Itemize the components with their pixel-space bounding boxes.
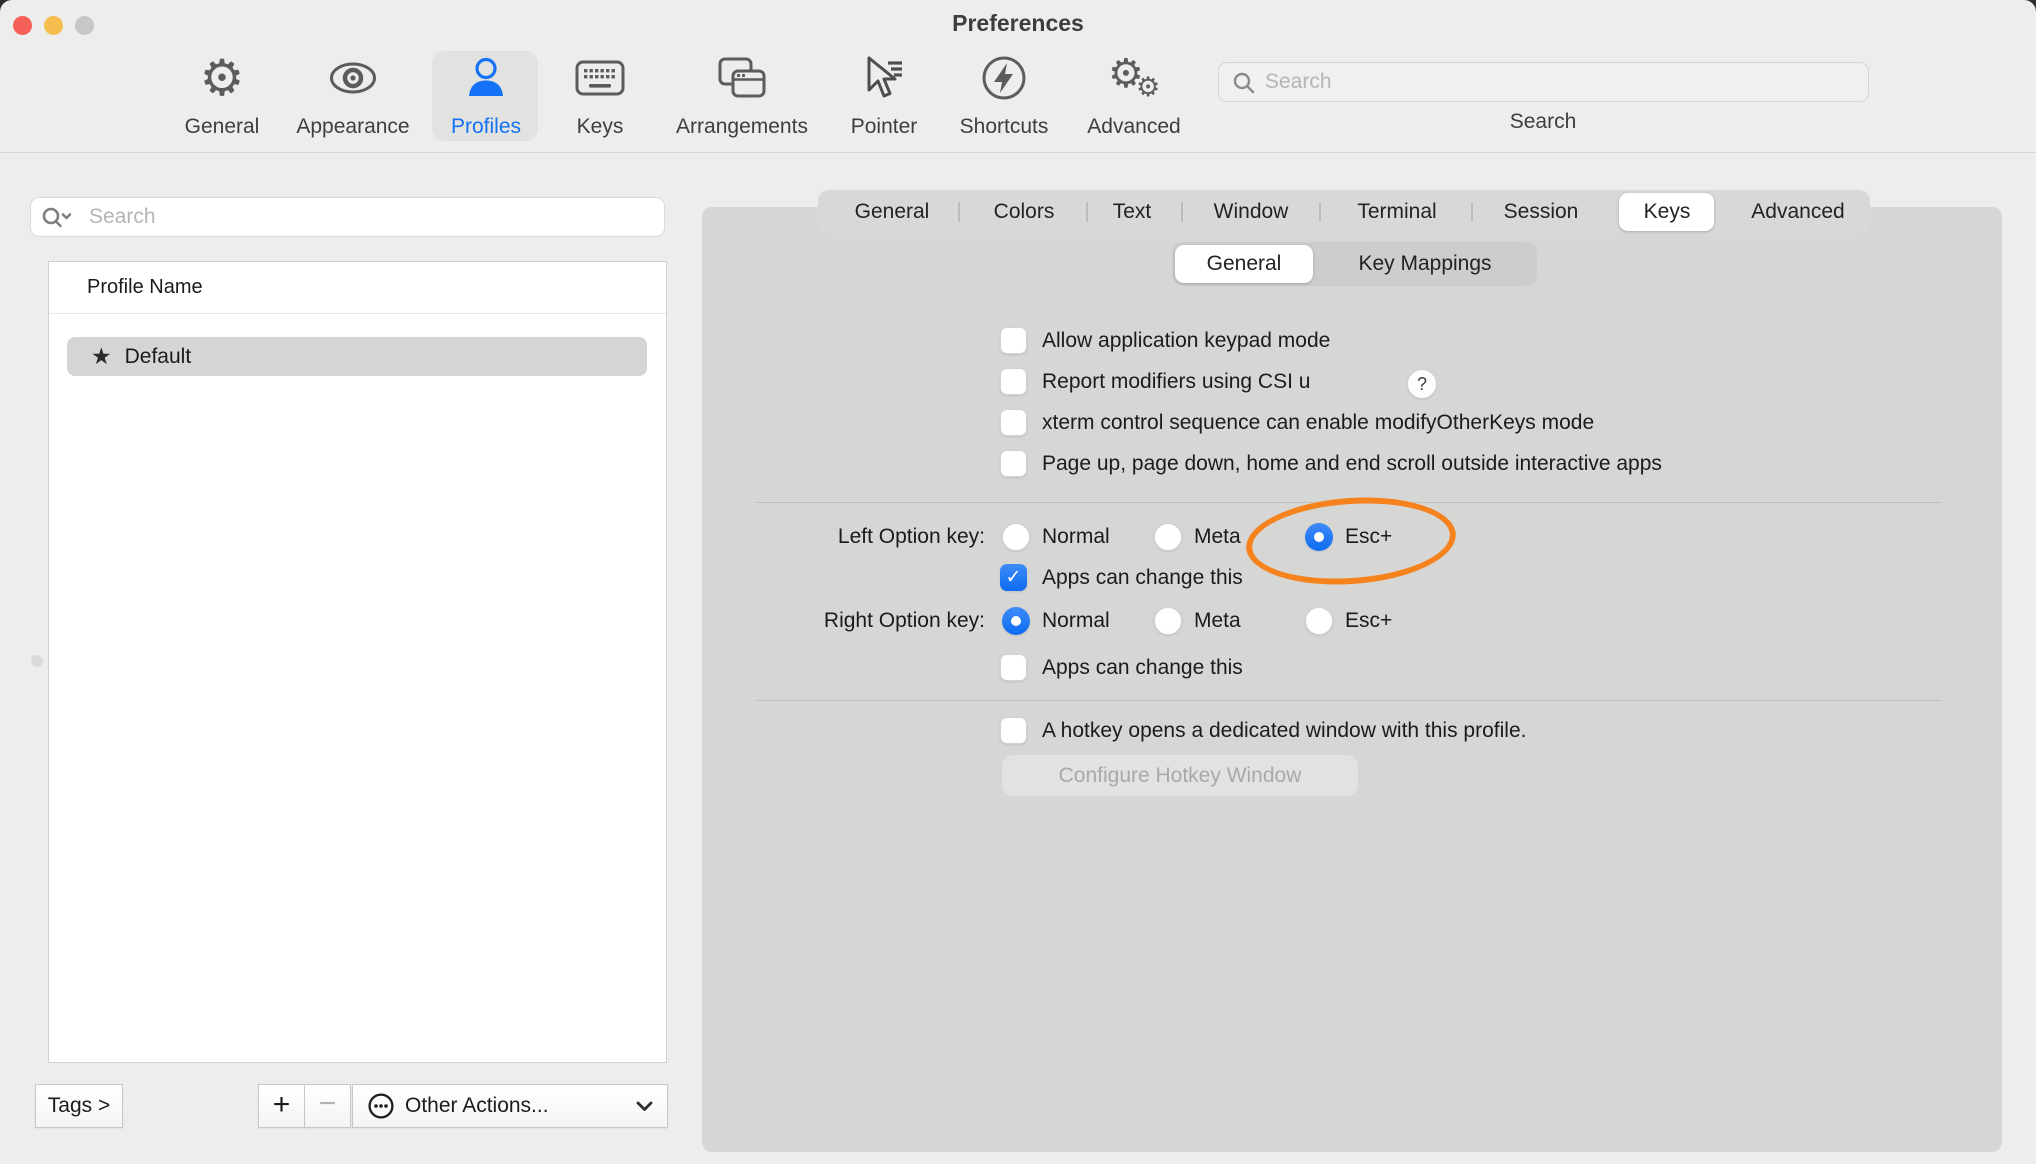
tab-advanced[interactable]: Advanced xyxy=(1751,197,1844,227)
other-actions-dropdown[interactable]: Other Actions... xyxy=(352,1084,668,1128)
tab-session[interactable]: Session xyxy=(1504,197,1579,227)
checkbox-keypad-mode[interactable] xyxy=(1000,327,1027,354)
subtab-general[interactable]: General xyxy=(1207,249,1282,279)
tab-separator xyxy=(1086,202,1088,222)
tab-general[interactable]: General xyxy=(855,197,930,227)
toolbar-item-arrangements[interactable]: Arrangements xyxy=(672,52,812,140)
toolbar-item-advanced[interactable]: ⚙ ⚙ Advanced xyxy=(1064,52,1204,140)
section-divider xyxy=(756,700,1942,701)
checkbox-modify-other-keys[interactable] xyxy=(1000,409,1027,436)
remove-profile-button[interactable]: − xyxy=(304,1084,351,1128)
row-page-scroll: Page up, page down, home and end scroll … xyxy=(0,450,2036,478)
toolbar-item-general[interactable]: ⚙ General xyxy=(152,52,292,140)
help-button[interactable]: ? xyxy=(1407,369,1437,399)
list-header-divider xyxy=(49,313,666,314)
radio-left-meta[interactable] xyxy=(1154,523,1182,551)
preferences-window: Preferences ⚙ General Appearance Profile… xyxy=(0,0,2036,1164)
checkbox-page-scroll[interactable] xyxy=(1000,450,1027,477)
checkbox-csi-u[interactable] xyxy=(1000,368,1027,395)
row-hotkey-window: A hotkey opens a dedicated window with t… xyxy=(0,717,2036,745)
profile-list-header: Profile Name xyxy=(87,276,203,299)
windows-icon xyxy=(718,52,766,104)
search-icon xyxy=(1233,72,1255,94)
checkbox-hotkey-window[interactable] xyxy=(1000,717,1027,744)
profile-search-input[interactable] xyxy=(30,197,665,237)
tags-button[interactable]: Tags > xyxy=(35,1084,123,1128)
toolbar-item-pointer[interactable]: Pointer xyxy=(814,52,954,140)
subtab-key-mappings[interactable]: Key Mappings xyxy=(1358,249,1491,279)
row-keypad-mode: Allow application keypad mode xyxy=(0,327,2036,355)
checkbox-left-apps-change[interactable] xyxy=(1000,564,1027,591)
tab-window[interactable]: Window xyxy=(1214,197,1289,227)
row-csi-u: Report modifiers using CSI u xyxy=(0,368,2036,396)
cursor-icon xyxy=(862,52,906,104)
row-right-apps-can-change: Apps can change this xyxy=(0,654,2036,682)
person-icon xyxy=(463,52,509,104)
row-right-option-key: Right Option key: Normal Meta Esc+ xyxy=(0,607,2036,635)
search-menu-icon[interactable] xyxy=(42,206,76,230)
bolt-icon xyxy=(981,52,1027,104)
radio-left-normal[interactable] xyxy=(1002,523,1030,551)
eye-icon xyxy=(328,52,378,104)
toolbar-item-keys[interactable]: Keys xyxy=(530,52,670,140)
toolbar-search-input[interactable] xyxy=(1218,62,1869,102)
tab-separator xyxy=(1319,202,1321,222)
ellipsis-circle-icon xyxy=(367,1092,395,1120)
checkbox-right-apps-change[interactable] xyxy=(1000,654,1027,681)
row-left-apps-can-change: Apps can change this xyxy=(0,564,2036,592)
radio-right-esc[interactable] xyxy=(1305,607,1333,635)
toolbar-item-appearance[interactable]: Appearance xyxy=(283,52,423,140)
toolbar-item-shortcuts[interactable]: Shortcuts xyxy=(934,52,1074,140)
radio-right-normal[interactable] xyxy=(1002,607,1030,635)
configure-hotkey-window-button[interactable]: Configure Hotkey Window xyxy=(1002,755,1358,796)
row-left-option-key: Left Option key: Normal Meta Esc+ xyxy=(0,523,2036,551)
window-title: Preferences xyxy=(0,10,2036,37)
toolbar-search-caption: Search xyxy=(1510,110,1577,134)
tab-separator xyxy=(1471,202,1473,222)
right-option-label: Right Option key: xyxy=(756,607,985,635)
tab-text[interactable]: Text xyxy=(1113,197,1152,227)
gear-icon: ⚙ xyxy=(200,52,245,104)
tab-separator xyxy=(958,202,960,222)
tab-separator xyxy=(1181,202,1183,222)
gears-icon: ⚙ ⚙ xyxy=(1102,52,1166,104)
radio-left-esc[interactable] xyxy=(1305,523,1333,551)
radio-right-meta[interactable] xyxy=(1154,607,1182,635)
section-divider xyxy=(756,502,1942,503)
tab-keys[interactable]: Keys xyxy=(1644,197,1691,227)
keyboard-icon xyxy=(575,52,625,104)
tab-terminal[interactable]: Terminal xyxy=(1357,197,1436,227)
tab-colors[interactable]: Colors xyxy=(994,197,1055,227)
left-option-label: Left Option key: xyxy=(756,523,985,551)
toolbar-divider xyxy=(0,152,2036,153)
chevron-down-icon xyxy=(636,1101,653,1112)
row-modify-other-keys: xterm control sequence can enable modify… xyxy=(0,409,2036,437)
add-profile-button[interactable]: + xyxy=(258,1084,305,1128)
